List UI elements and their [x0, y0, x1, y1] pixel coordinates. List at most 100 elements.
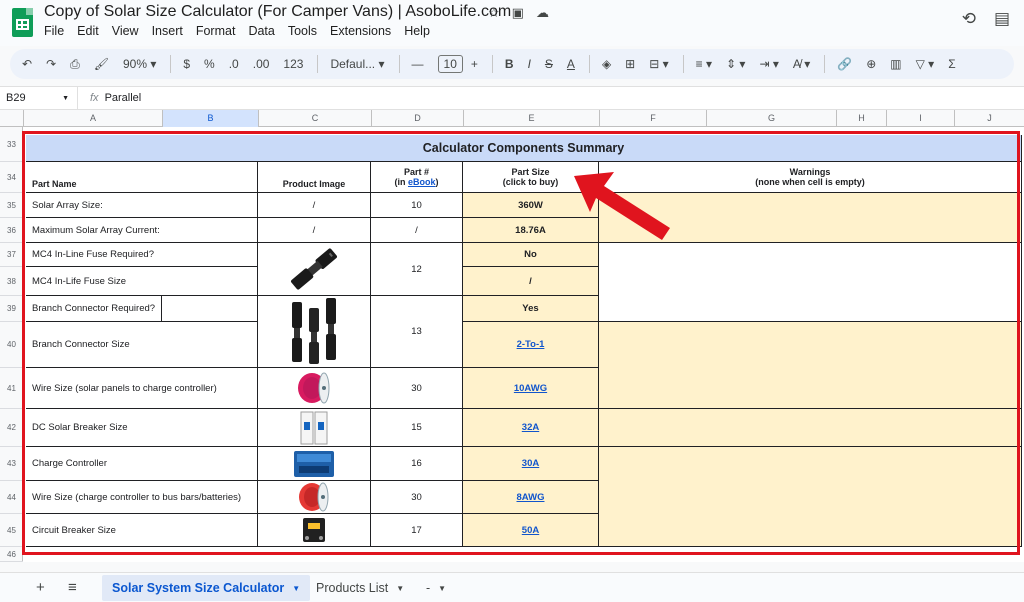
row-header-36[interactable]: 36 [0, 218, 23, 243]
cell-wire-size-panels-part-number[interactable]: 30 [371, 368, 463, 409]
cell-dc-breaker-image[interactable] [258, 409, 371, 447]
menu-tools[interactable]: Tools [288, 24, 317, 38]
document-title[interactable]: Copy of Solar Size Calculator (For Campe… [44, 3, 511, 21]
number-format-button[interactable]: 123 [283, 57, 303, 71]
cell-max-current-label[interactable]: Maximum Solar Array Current: [26, 218, 258, 243]
percent-button[interactable]: % [204, 57, 215, 71]
row-header-43[interactable]: 43 [0, 447, 23, 481]
cell-branch-connector-part-number[interactable]: 13 [371, 296, 463, 368]
font-size-input[interactable]: 10 [437, 55, 463, 73]
header-product-image[interactable]: Product Image [258, 162, 371, 193]
row-header-38[interactable]: 38 [0, 267, 23, 296]
menu-help[interactable]: Help [404, 24, 430, 38]
column-header-j[interactable]: J [954, 110, 1024, 127]
tab-products-list[interactable]: Products List ▼ [306, 575, 414, 601]
cell-b39-empty[interactable] [162, 296, 258, 322]
cell-wire-size-batteries-label[interactable]: Wire Size (charge controller to bus bars… [26, 481, 258, 514]
filter-icon[interactable]: ▽ ▾ [916, 57, 935, 71]
merge-cells-icon[interactable]: ⊟ ▾ [649, 57, 668, 71]
decrease-font-size-button[interactable]: — [412, 57, 424, 71]
menu-edit[interactable]: Edit [77, 24, 99, 38]
cell-branch-connector-size-label[interactable]: Branch Connector Size [26, 322, 258, 368]
header-part-name[interactable]: Part Name [26, 162, 258, 193]
cell-branch-connector-image[interactable] [258, 296, 371, 368]
column-header-e[interactable]: E [463, 110, 599, 127]
text-color-button[interactable]: A [567, 57, 575, 71]
column-header-d[interactable]: D [371, 110, 463, 127]
cell-mc4-fuse-required-label[interactable]: MC4 In-Line Fuse Required? [26, 243, 258, 267]
strikethrough-button[interactable]: S [545, 57, 553, 71]
borders-icon[interactable]: ⊞ [625, 57, 635, 71]
menu-view[interactable]: View [112, 24, 139, 38]
cell-mc4-fuse-required-value[interactable]: No [463, 243, 599, 267]
cell-circuit-breaker-part-number[interactable]: 17 [371, 514, 463, 547]
cell-dc-solar-breaker-part-number[interactable]: 15 [371, 409, 463, 447]
increase-font-size-button[interactable]: + [471, 57, 478, 71]
header-part-size[interactable]: Part Size (click to buy) [463, 162, 599, 193]
cell-solar-array-image[interactable]: / [258, 193, 371, 218]
cell-max-current-image[interactable]: / [258, 218, 371, 243]
cell-wire-spool-red-image-2[interactable] [258, 481, 371, 514]
star-icon[interactable]: ☆ [488, 5, 500, 21]
sheets-logo-icon[interactable] [12, 8, 33, 37]
cell-wire-size-batteries-link[interactable]: 8AWG [463, 481, 599, 514]
column-header-h[interactable]: H [836, 110, 886, 127]
row-header-42[interactable]: 42 [0, 409, 23, 447]
cell-warnings-r43-45[interactable] [599, 447, 1022, 547]
row-header-33[interactable]: 33 [0, 127, 23, 162]
cell-charge-controller-image[interactable] [258, 447, 371, 481]
row-header-35[interactable]: 35 [0, 193, 23, 218]
cell-circuit-breaker-image[interactable] [258, 514, 371, 547]
menu-format[interactable]: Format [196, 24, 236, 38]
column-header-c[interactable]: C [258, 110, 371, 127]
cell-charge-controller-label[interactable]: Charge Controller [26, 447, 258, 481]
cell-wire-size-batteries-part-number[interactable]: 30 [371, 481, 463, 514]
cell-max-current-value[interactable]: 18.76A [463, 218, 599, 243]
paint-format-icon[interactable]: 🖌 [94, 57, 109, 71]
text-wrap-icon[interactable]: ⇥ ▾ [759, 57, 778, 71]
cell-warnings-r35-36[interactable] [599, 193, 1022, 243]
all-sheets-button[interactable]: ≡ [68, 579, 77, 596]
column-header-f[interactable]: F [599, 110, 706, 127]
ebook-link[interactable]: eBook [408, 177, 436, 187]
cell-solar-array-part-number[interactable]: 10 [371, 193, 463, 218]
fill-color-icon[interactable]: ◈ [602, 57, 611, 71]
cell-warnings-r42[interactable] [599, 409, 1022, 447]
column-header-i[interactable]: I [886, 110, 954, 127]
cell-charge-controller-part-number[interactable]: 16 [371, 447, 463, 481]
row-header-34[interactable]: 34 [0, 162, 23, 193]
menu-extensions[interactable]: Extensions [330, 24, 391, 38]
vertical-align-icon[interactable]: ⇕ ▾ [726, 57, 745, 71]
cell-warnings-r40-41[interactable] [599, 322, 1022, 409]
select-all-corner[interactable] [0, 110, 23, 127]
currency-button[interactable]: $ [183, 57, 190, 71]
cell-mc4-fuse-size-value[interactable]: / [463, 267, 599, 296]
cell-dc-solar-breaker-label[interactable]: DC Solar Breaker Size [26, 409, 258, 447]
cell-mc4-fuse-part-number[interactable]: 12 [371, 243, 463, 296]
undo-icon[interactable]: ↶ [22, 57, 32, 71]
add-sheet-button[interactable]: + [36, 579, 45, 596]
cell-branch-connector-required-value[interactable]: Yes [463, 296, 599, 322]
menu-data[interactable]: Data [248, 24, 274, 38]
insert-chart-icon[interactable]: ▥ [890, 57, 901, 71]
cell-warnings-r37-39[interactable] [599, 243, 1022, 322]
bold-button[interactable]: B [505, 57, 514, 71]
comments-icon[interactable]: ▤ [994, 9, 1010, 29]
text-rotation-icon[interactable]: A̸ ▾ [793, 57, 810, 71]
column-header-b[interactable]: B [162, 110, 258, 127]
formula-input[interactable]: Parallel [105, 92, 142, 104]
row-header-37[interactable]: 37 [0, 243, 23, 267]
insert-link-icon[interactable]: 🔗 [837, 57, 852, 71]
font-select[interactable]: Defaul... ▾ [330, 57, 384, 71]
cell-circuit-breaker-link[interactable]: 50A [463, 514, 599, 547]
cell-wire-spool-red-image[interactable] [258, 368, 371, 409]
tab-dash[interactable]: - ▼ [416, 575, 456, 601]
italic-button[interactable]: I [528, 57, 531, 71]
row-header-39[interactable]: 39 [0, 296, 23, 322]
cell-solar-array-size-label[interactable]: Solar Array Size: [26, 193, 258, 218]
cell-charge-controller-link[interactable]: 30A [463, 447, 599, 481]
history-icon[interactable]: ⟲ [962, 9, 976, 29]
cell-branch-connector-required-label[interactable]: Branch Connector Required? [26, 296, 162, 322]
decrease-decimal-button[interactable]: .0 [229, 57, 239, 71]
menu-file[interactable]: File [44, 24, 64, 38]
